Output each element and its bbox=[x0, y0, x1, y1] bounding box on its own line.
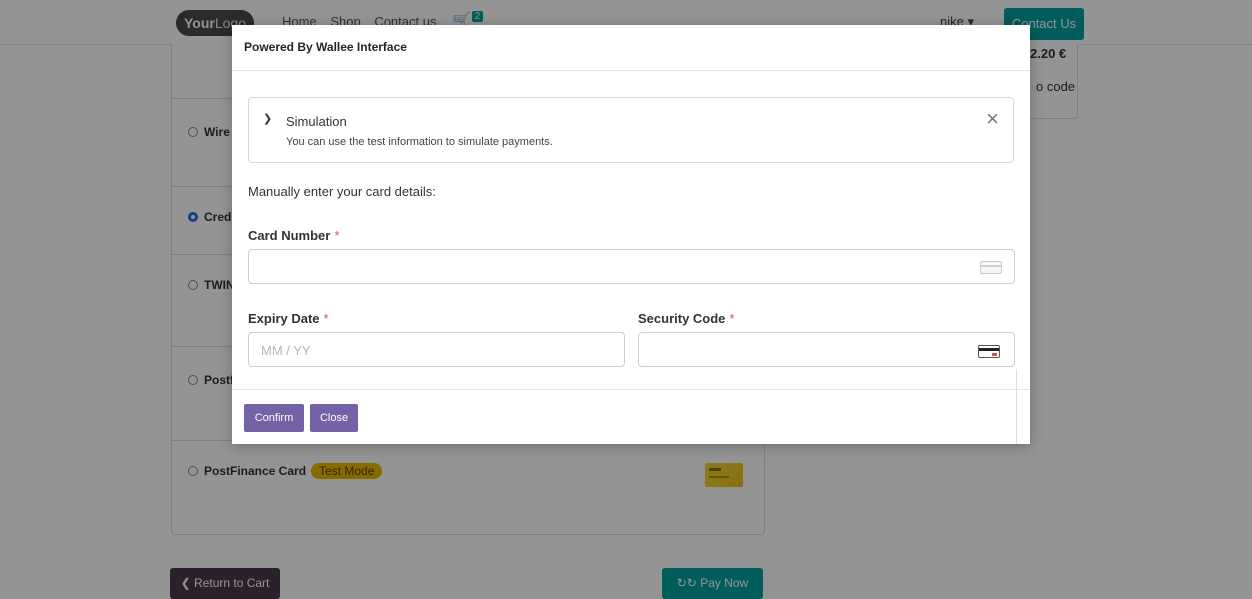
close-icon[interactable]: × bbox=[986, 108, 999, 130]
modal-title: Powered By Wallee Interface bbox=[244, 40, 407, 54]
simulation-title: Simulation bbox=[286, 114, 347, 129]
modal-footer: Confirm Close bbox=[232, 389, 1030, 445]
security-code-label: Security Code * bbox=[638, 311, 734, 326]
required-marker: * bbox=[323, 311, 329, 326]
expiry-date-placeholder: MM / YY bbox=[261, 343, 311, 358]
close-button[interactable]: Close bbox=[310, 404, 358, 432]
manual-entry-instructions: Manually enter your card details: bbox=[248, 184, 436, 199]
required-marker: * bbox=[729, 311, 735, 326]
simulation-panel[interactable]: ❯ Simulation You can use the test inform… bbox=[248, 97, 1014, 163]
payment-modal: Powered By Wallee Interface ❯ Simulation… bbox=[232, 25, 1030, 444]
expiry-date-label-text: Expiry Date bbox=[248, 311, 320, 326]
security-code-label-text: Security Code bbox=[638, 311, 726, 326]
card-number-input[interactable] bbox=[248, 249, 1015, 284]
chevron-down-icon[interactable]: ❯ bbox=[263, 112, 272, 125]
modal-body: ❯ Simulation You can use the test inform… bbox=[232, 71, 1030, 389]
simulation-description: You can use the test information to simu… bbox=[286, 136, 553, 148]
card-number-label-text: Card Number bbox=[248, 228, 331, 243]
expiry-date-input[interactable]: MM / YY bbox=[248, 332, 625, 367]
modal-header: Powered By Wallee Interface bbox=[232, 25, 1030, 71]
required-marker: * bbox=[334, 228, 340, 243]
card-number-label: Card Number * bbox=[248, 228, 339, 243]
expiry-date-label: Expiry Date * bbox=[248, 311, 329, 326]
cvc-card-icon bbox=[978, 345, 1000, 358]
confirm-button[interactable]: Confirm bbox=[244, 404, 304, 432]
security-code-input[interactable] bbox=[638, 332, 1015, 367]
credit-card-icon bbox=[980, 261, 1002, 274]
